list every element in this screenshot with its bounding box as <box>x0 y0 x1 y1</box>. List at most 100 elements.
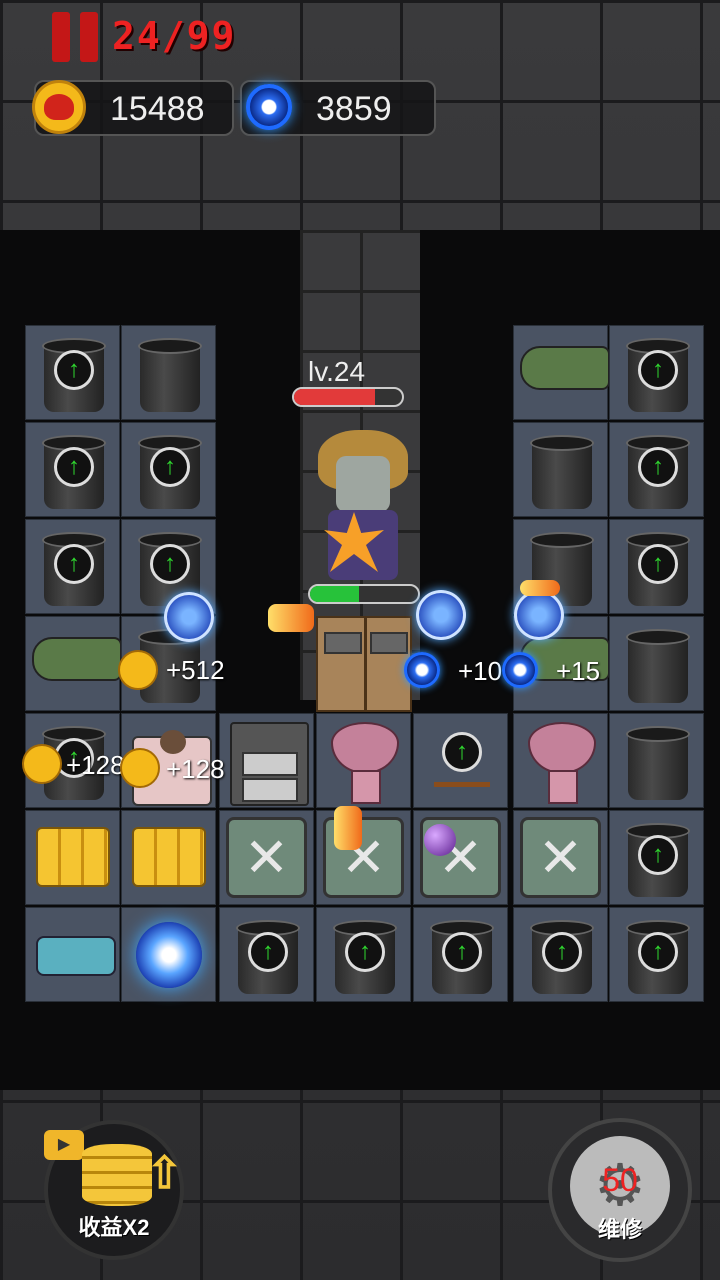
upgrade-arrow-icon[interactable]: ↑ <box>345 932 385 972</box>
wave-counter: 24/99 <box>112 14 237 58</box>
grid-cell[interactable] <box>25 616 122 711</box>
gem-reward-text: +15 <box>556 656 601 686</box>
door-shield-bar <box>308 584 420 604</box>
enemy-hp-fill <box>294 389 375 405</box>
grid-cell[interactable]: ✕ <box>413 810 508 905</box>
grid-cell[interactable]: ✕ <box>219 810 314 905</box>
enemy-hp-bar <box>292 387 404 407</box>
upgrade-arrow-icon[interactable]: ↑ <box>638 932 678 972</box>
upgrade-arrow-icon[interactable]: ↑ <box>638 350 678 390</box>
gem-reward-icon <box>404 652 440 688</box>
grid-cell[interactable]: ↑ <box>513 907 608 1002</box>
turret-core-icon <box>36 936 116 976</box>
repair-button[interactable]: ⚙ 50 维修 <box>548 1118 692 1262</box>
radar-dish-icon <box>528 722 596 774</box>
grid-cell[interactable] <box>121 325 216 420</box>
upgrade-arrow-icon[interactable]: ↑ <box>248 932 288 972</box>
coin-reward-icon <box>22 744 62 784</box>
grid-cell[interactable]: ↑ <box>609 422 704 517</box>
upgrade-arrow-icon[interactable]: ↑ <box>638 835 678 875</box>
coin-counter: 15488 <box>32 80 234 136</box>
skull-coin-icon <box>32 80 86 134</box>
grid-cell[interactable]: ↑ <box>413 713 508 808</box>
grid-cell[interactable] <box>609 616 704 711</box>
flame-projectile-icon <box>268 604 314 632</box>
grid-cell[interactable] <box>219 713 314 808</box>
gold-bars-icon <box>134 829 204 885</box>
grid-cell[interactable]: ↑ <box>219 907 314 1002</box>
pause-icon <box>52 12 70 62</box>
door-base[interactable] <box>316 616 412 712</box>
grid-cell[interactable]: ↑ <box>25 422 120 517</box>
energy-orb-icon <box>136 922 202 988</box>
grid-cell[interactable] <box>25 907 120 1002</box>
wrench-screwdriver-icon[interactable]: ✕ <box>520 817 601 898</box>
grid-cell[interactable]: ↑ <box>609 325 704 420</box>
spiked-ball-icon <box>416 590 466 640</box>
upgrade-arrow-icon[interactable]: ↑ <box>150 447 190 487</box>
grid-cell[interactable]: ↑ <box>25 519 120 614</box>
gem-icon <box>246 84 292 130</box>
grid-cell[interactable] <box>316 713 411 808</box>
video-camera-icon: ▶ <box>44 1130 84 1160</box>
grid-cell[interactable] <box>25 810 120 905</box>
grid-cell[interactable]: ↑ <box>609 810 704 905</box>
grid-cell[interactable]: ✕ <box>316 810 411 905</box>
upgrade-arrow-icon[interactable]: ↑ <box>54 544 94 584</box>
gem-reward-icon <box>502 652 538 688</box>
easel-icon <box>434 782 490 807</box>
coin-value: 15488 <box>110 90 205 128</box>
enemy-level: lv.24 <box>308 356 366 387</box>
gem-value: 3859 <box>316 90 392 128</box>
coin-reward-icon <box>118 650 158 690</box>
double-income-button[interactable]: ▶ ⇧ 收益X2 <box>44 1120 184 1260</box>
grid-cell[interactable] <box>513 713 608 808</box>
top-hud: 24/99 15488 3859 <box>0 0 720 230</box>
grid-cell[interactable] <box>121 907 216 1002</box>
grid-cell[interactable]: ↑ <box>25 325 120 420</box>
spiked-ball-icon <box>514 590 564 640</box>
repair-label: 维修 <box>597 1217 642 1242</box>
grid-cell[interactable]: ↑ <box>609 907 704 1002</box>
grid-cell[interactable]: ↑ <box>609 519 704 614</box>
purple-orb-icon <box>424 824 456 856</box>
door-shield-fill <box>310 586 359 602</box>
upgrade-arrow-icon[interactable]: ↑ <box>442 732 482 772</box>
radar-dish-icon <box>331 722 399 774</box>
pause-button[interactable] <box>52 12 104 62</box>
grid-cell[interactable] <box>121 810 216 905</box>
double-income-label: 收益X2 <box>78 1215 150 1240</box>
grid-cell[interactable]: ✕ <box>513 810 608 905</box>
coin-reward-text: +128 <box>166 754 225 784</box>
upgrade-arrow-icon[interactable]: ↑ <box>54 447 94 487</box>
coin-reward-icon <box>120 748 160 788</box>
coin-stack-icon <box>82 1144 152 1206</box>
gem-counter: 3859 <box>240 80 436 136</box>
cabinet-icon <box>230 722 309 806</box>
upgrade-arrow-icon[interactable]: ↑ <box>442 932 482 972</box>
grid-cell[interactable] <box>609 713 704 808</box>
upgrade-arrow-icon[interactable]: ↑ <box>150 544 190 584</box>
upgrade-arrow-icon[interactable]: ↑ <box>638 447 678 487</box>
upgrade-arrow-icon[interactable]: ↑ <box>54 350 94 390</box>
grid-cell[interactable]: ↑ <box>121 422 216 517</box>
flame-projectile-icon <box>334 806 362 850</box>
missile-icon <box>520 346 610 390</box>
repair-cost: 50 <box>602 1162 638 1198</box>
flame-projectile-icon <box>520 580 560 596</box>
coin-reward-text: +512 <box>166 655 225 685</box>
gem-reward-text: +10 <box>458 656 503 686</box>
up-arrow-icon: ⇧ <box>146 1149 183 1198</box>
upgrade-arrow-icon[interactable]: ↑ <box>638 544 678 584</box>
gold-bars-icon <box>38 829 108 885</box>
upgrade-arrow-icon[interactable]: ↑ <box>542 932 582 972</box>
spiked-ball-icon <box>164 592 214 642</box>
grid-cell[interactable] <box>513 422 608 517</box>
coin-reward-text: +128 <box>66 750 125 780</box>
wrench-screwdriver-icon[interactable]: ✕ <box>226 817 307 898</box>
grid-cell[interactable]: ↑ <box>413 907 508 1002</box>
grid-cell[interactable] <box>513 325 610 420</box>
missile-icon <box>32 637 122 681</box>
pause-icon-bar <box>80 12 98 62</box>
grid-cell[interactable]: ↑ <box>316 907 411 1002</box>
